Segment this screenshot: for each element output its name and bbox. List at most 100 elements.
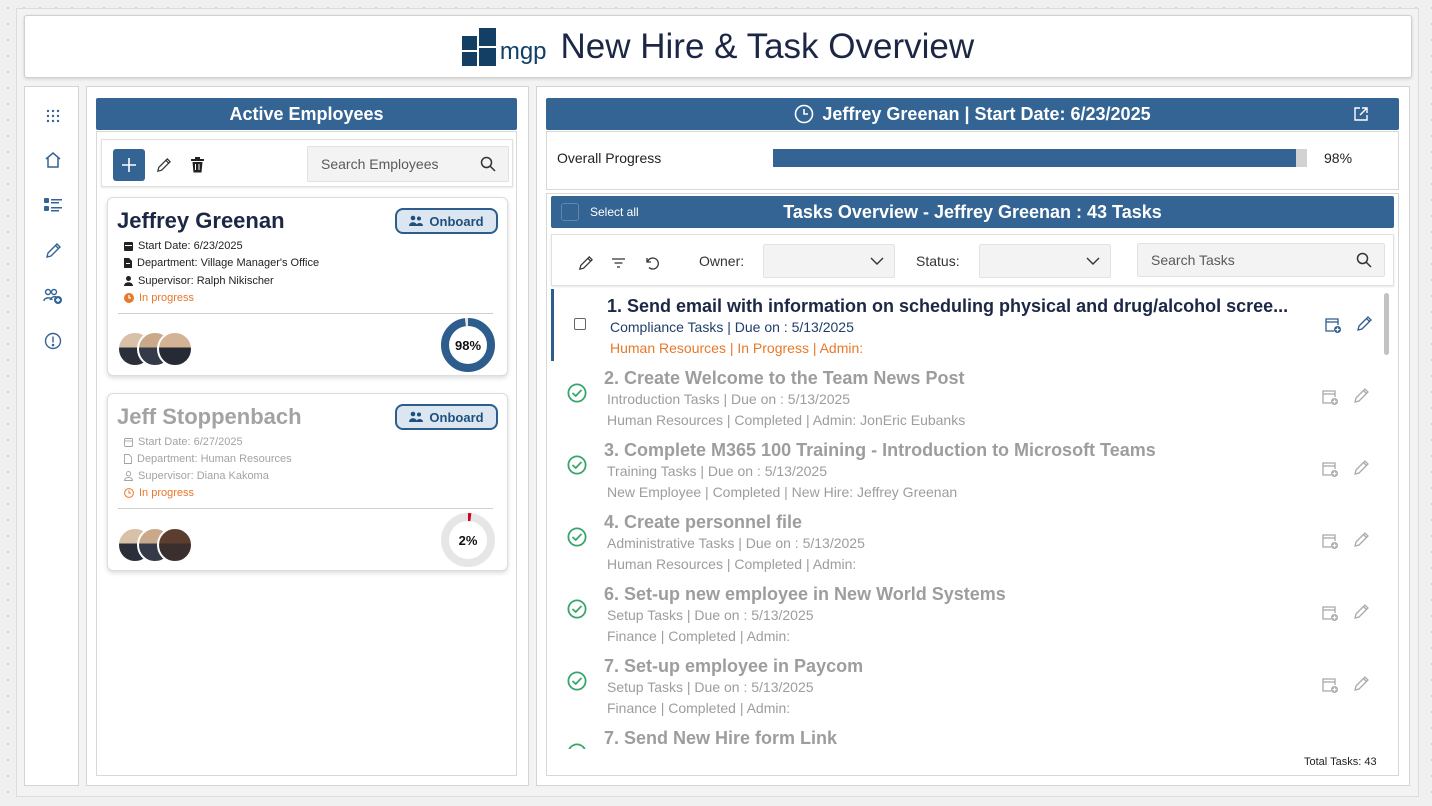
delete-employee-button[interactable] — [186, 154, 208, 176]
add-to-calendar-icon[interactable] — [1321, 676, 1339, 694]
check-circle-icon[interactable] — [567, 743, 587, 749]
task-row[interactable]: 7. Set-up employee in Paycom Setup Tasks … — [551, 649, 1381, 721]
chevron-down-icon — [1086, 257, 1100, 265]
add-employee-button[interactable] — [113, 149, 145, 181]
add-to-calendar-icon[interactable] — [1321, 604, 1339, 622]
employees-toolbar: Search Employees — [101, 139, 513, 187]
task-row[interactable]: 1. Send email with information on schedu… — [551, 289, 1381, 361]
document-icon — [124, 454, 132, 464]
team-avatars — [117, 331, 193, 367]
task-owner-status: Finance | Completed | Admin: — [607, 628, 791, 644]
onboard-badge[interactable]: Onboard — [395, 404, 498, 430]
owner-dropdown[interactable] — [763, 244, 895, 278]
status-in-progress: In progress — [124, 292, 194, 304]
home-icon — [45, 152, 61, 168]
trash-icon — [190, 157, 204, 173]
pencil-icon[interactable] — [1352, 387, 1370, 405]
pencil-icon[interactable] — [1355, 315, 1373, 333]
task-row[interactable]: 6. Set-up new employee in New World Syst… — [551, 577, 1381, 649]
pencil-icon[interactable] — [1352, 459, 1370, 477]
status-in-progress: In progress — [124, 487, 194, 499]
task-category-due: Setup Tasks | Due on : 5/13/2025 — [607, 607, 814, 623]
supervisor: Supervisor: Ralph Nikischer — [124, 275, 274, 287]
task-checkbox[interactable] — [574, 318, 586, 330]
sidebar-item-alerts[interactable] — [42, 330, 64, 352]
edit-employee-button[interactable] — [152, 154, 174, 176]
task-title: 7. Send New Hire form Link — [604, 728, 838, 748]
task-search-input[interactable]: Search Tasks — [1137, 243, 1385, 277]
check-circle-icon[interactable] — [567, 455, 587, 475]
users-icon — [409, 215, 424, 226]
onboard-badge[interactable]: Onboard — [395, 208, 498, 234]
card-divider — [118, 508, 493, 509]
task-row[interactable]: 3. Complete M365 100 Training - Introduc… — [551, 433, 1381, 505]
task-category-due: Introduction Tasks | Due on : 5/13/2025 — [607, 391, 851, 407]
avatar — [157, 331, 193, 367]
employee-card[interactable]: Jeff Stoppenbach Onboard Start Date: 6/2… — [107, 393, 508, 571]
progress-donut-label: 98% — [455, 338, 481, 353]
sidebar — [24, 86, 79, 786]
task-title: 3. Complete M365 100 Training - Introduc… — [604, 440, 1156, 460]
check-circle-icon[interactable] — [567, 599, 587, 619]
task-title: 7. Set-up employee in Paycom — [604, 656, 864, 676]
check-circle-icon[interactable] — [567, 671, 587, 691]
sidebar-item-users[interactable] — [42, 285, 64, 307]
overall-progress-value: 98% — [1324, 150, 1353, 166]
filter-icon — [611, 258, 625, 268]
chevron-down-icon — [870, 257, 884, 265]
sidebar-item-apps[interactable] — [42, 105, 64, 127]
status-dropdown[interactable] — [979, 244, 1111, 278]
search-icon — [480, 156, 496, 172]
pencil-icon — [156, 157, 171, 172]
clock-icon — [124, 293, 134, 303]
check-circle-icon[interactable] — [567, 527, 587, 547]
calendar-icon — [124, 438, 133, 447]
overall-progress-fill — [773, 149, 1297, 167]
start-date: Start Date: 6/23/2025 — [124, 240, 243, 252]
pencil-icon[interactable] — [1352, 531, 1370, 549]
sidebar-item-tasks[interactable] — [42, 194, 64, 216]
filter-button[interactable] — [607, 252, 629, 274]
document-icon — [124, 258, 132, 268]
task-title: 1. Send email with information on schedu… — [607, 296, 1289, 316]
employee-search-input[interactable]: Search Employees — [307, 146, 509, 182]
check-circle-icon[interactable] — [567, 383, 587, 403]
person-icon — [124, 276, 133, 286]
employee-card[interactable]: Jeffrey Greenan Onboard Start Date: 6/23… — [107, 197, 508, 376]
logo-text: mgp — [499, 37, 547, 65]
task-row[interactable]: 4. Create personnel file Administrative T… — [551, 505, 1381, 577]
mgp-logo: mgp — [461, 27, 547, 66]
edit-tasks-button[interactable] — [574, 252, 596, 274]
task-title: 4. Create personnel file — [604, 512, 803, 532]
overall-progress: Overall Progress 98% — [546, 131, 1399, 190]
page-title: New Hire & Task Overview — [560, 26, 975, 66]
sidebar-item-edit[interactable] — [42, 240, 64, 262]
task-list-scrollbar[interactable] — [1384, 293, 1389, 355]
undo-icon — [646, 257, 659, 270]
pencil-icon[interactable] — [1352, 603, 1370, 621]
card-divider — [118, 313, 493, 314]
employee-name: Jeff Stoppenbach — [117, 404, 302, 429]
add-to-calendar-icon[interactable] — [1321, 388, 1339, 406]
reset-button[interactable] — [641, 252, 663, 274]
overall-progress-label: Overall Progress — [557, 150, 662, 166]
sidebar-item-home[interactable] — [42, 149, 64, 171]
search-icon — [1356, 252, 1372, 268]
task-row[interactable]: 2. Create Welcome to the Team News Post I… — [551, 361, 1381, 433]
owner-label: Owner: — [699, 253, 745, 269]
task-owner-status: Finance | Completed | Admin: — [607, 700, 791, 716]
task-row[interactable]: 7. Send New Hire form Link — [551, 721, 1381, 749]
team-avatars — [117, 527, 193, 563]
task-title: 2. Create Welcome to the Team News Post — [604, 368, 965, 388]
add-to-calendar-icon[interactable] — [1321, 532, 1339, 550]
add-to-calendar-icon[interactable] — [1321, 460, 1339, 478]
pencil-icon[interactable] — [1352, 675, 1370, 693]
overall-progress-bar — [773, 149, 1307, 167]
grid-icon — [46, 109, 60, 123]
plus-icon — [122, 158, 136, 172]
selected-employee-title: Jeffrey Greenan | Start Date: 6/23/2025 — [822, 103, 1151, 124]
open-external-icon[interactable] — [1353, 106, 1369, 122]
employees-panel-title: Active Employees — [96, 98, 517, 130]
employee-search-placeholder: Search Employees — [321, 156, 439, 172]
add-to-calendar-icon[interactable] — [1324, 316, 1342, 334]
